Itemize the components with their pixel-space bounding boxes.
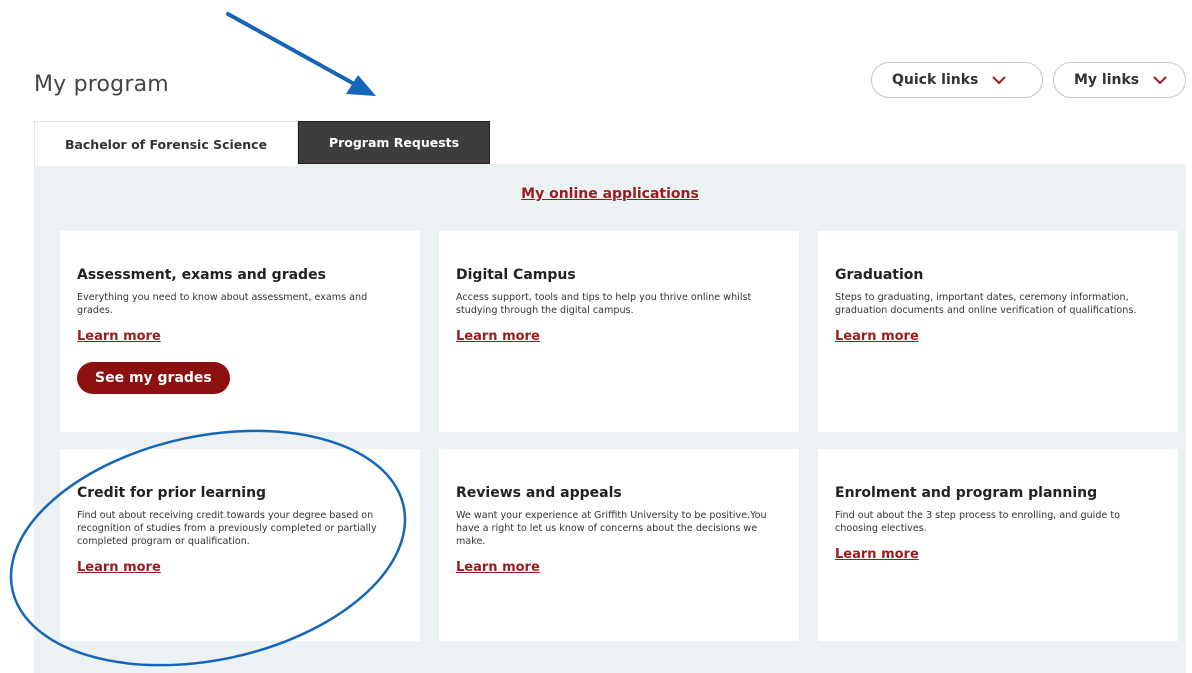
my-links-button[interactable]: My links <box>1053 62 1186 98</box>
card-title: Graduation <box>835 267 924 283</box>
card-description: Find out about receiving credit towards … <box>77 510 377 547</box>
learn-more-link[interactable]: Learn more <box>77 560 161 575</box>
page-title: My program <box>34 72 169 97</box>
tab-program-requests[interactable]: Program Requests <box>298 121 490 164</box>
card-description: We want your experience at Griffith Univ… <box>456 510 767 547</box>
learn-more-link[interactable]: Learn more <box>456 329 540 344</box>
tab-bachelor-of-forensic-science[interactable]: Bachelor of Forensic Science <box>34 121 298 166</box>
card-title: Credit for prior learning <box>77 485 267 501</box>
card-description: Steps to graduating, important dates, ce… <box>835 292 1137 316</box>
quick-links-button[interactable]: Quick links <box>871 62 1043 98</box>
my-links-label: My links <box>1074 72 1140 88</box>
chevron-down-icon <box>992 76 1007 85</box>
card-title: Enrolment and program planning <box>835 485 1098 501</box>
learn-more-link[interactable]: Learn more <box>835 547 919 562</box>
card-assessment-exams-grades: Assessment, exams and grades Everything … <box>60 231 420 432</box>
card-title: Reviews and appeals <box>456 485 622 501</box>
annotation-arrow-icon <box>226 12 376 96</box>
learn-more-link[interactable]: Learn more <box>456 560 540 575</box>
card-graduation: Graduation Steps to graduating, importan… <box>818 231 1178 432</box>
card-credit-for-prior-learning: Credit for prior learning Find out about… <box>60 449 420 641</box>
quick-links-label: Quick links <box>892 72 979 88</box>
card-enrolment-and-program-planning: Enrolment and program planning Find out … <box>818 449 1178 641</box>
card-description: Access support, tools and tips to help y… <box>456 292 752 316</box>
learn-more-link[interactable]: Learn more <box>77 329 161 344</box>
chevron-down-icon <box>1153 76 1167 85</box>
see-my-grades-button[interactable]: See my grades <box>77 362 230 394</box>
card-title: Digital Campus <box>456 267 576 283</box>
card-reviews-and-appeals: Reviews and appeals We want your experie… <box>439 449 799 641</box>
card-description: Everything you need to know about assess… <box>77 292 368 316</box>
card-title: Assessment, exams and grades <box>77 267 326 283</box>
card-description: Find out about the 3 step process to enr… <box>835 510 1121 534</box>
card-digital-campus: Digital Campus Access support, tools and… <box>439 231 799 432</box>
learn-more-link[interactable]: Learn more <box>835 329 919 344</box>
my-online-applications-link[interactable]: My online applications <box>34 186 1186 202</box>
